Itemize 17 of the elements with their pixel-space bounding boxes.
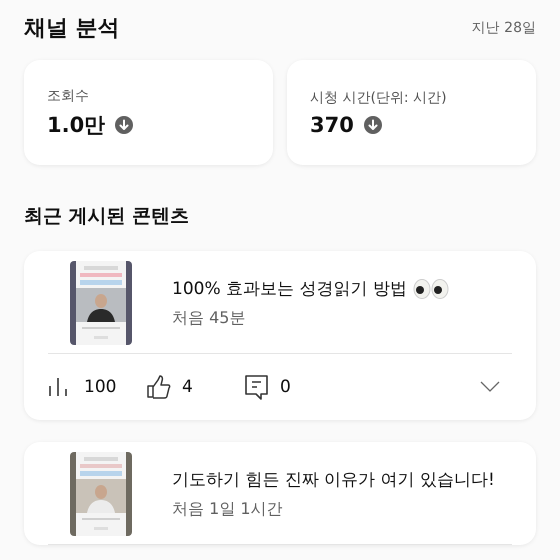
video-title[interactable]: 기도하기 힘든 진짜 이유가 여기 있습니다!	[172, 468, 495, 491]
comment-icon	[244, 374, 270, 400]
thumbs-up-icon	[146, 374, 172, 400]
metric-label: 조회수	[47, 86, 90, 104]
video-age: 처음 45분	[172, 308, 246, 329]
stat-count: 100	[84, 377, 116, 397]
metric-label: 시청 시간(단위: 시간)	[310, 88, 448, 106]
period-label: 지난 28일	[472, 19, 536, 37]
chevron-down-icon	[480, 381, 500, 393]
stat-count: 4	[182, 377, 193, 397]
metric-value: 1.0만	[47, 112, 106, 138]
metric-value: 370	[310, 112, 354, 136]
stat-count: 0	[280, 377, 291, 397]
video-title[interactable]: 100% 효과보는 성경읽기 방법	[172, 277, 407, 300]
video-age: 처음 1일 1시간	[172, 499, 284, 520]
page-title: 채널 분석	[24, 15, 120, 43]
section-title: 최근 게시된 콘텐츠	[24, 204, 190, 229]
